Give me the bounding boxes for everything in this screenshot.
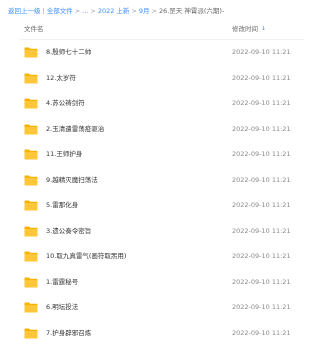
modified-time: 2022-09-10 11:21: [232, 226, 291, 235]
modified-time: 2022-09-10 11:21: [232, 150, 291, 158]
folder-icon: [24, 302, 38, 313]
folder-name[interactable]: 9.越精灭魔扫荡法: [46, 168, 98, 194]
column-header-time-label: 修改时间: [232, 25, 258, 33]
breadcrumb-arrow: >: [74, 7, 81, 15]
folder-name[interactable]: 12.太岁符: [46, 66, 76, 92]
arrow-down-icon[interactable]: ↓: [261, 18, 266, 40]
folder-name[interactable]: 1.雷霆秘号: [46, 270, 78, 296]
folder-row[interactable]: 9.越精灭魔扫荡法 2022-09-10 11:21: [0, 168, 310, 194]
breadcrumb-month-link[interactable]: 9月: [139, 7, 150, 15]
modified-time: 2022-09-10 11:21: [232, 303, 291, 311]
folder-name[interactable]: 4.苏公祷剑符: [46, 91, 85, 117]
folder-row[interactable]: 12.太岁符 2022-09-10 11:21: [0, 66, 310, 92]
column-header-name[interactable]: 文件名: [24, 18, 44, 40]
modified-time: 2022-09-10 11:21: [232, 201, 291, 209]
column-header-time[interactable]: 修改时间 ↓: [232, 18, 266, 40]
file-list-header: 文件名 修改时间 ↓: [0, 18, 310, 40]
folder-name[interactable]: 6.明坛投法: [46, 295, 78, 321]
folder-icon: [24, 226, 38, 236]
folder-icon: [24, 328, 38, 338]
folder-row[interactable]: 1.雷霆秘号 2022-09-10 11:21: [0, 270, 310, 296]
folder-icon: [24, 73, 38, 83]
folder-icon: [24, 200, 38, 211]
modified-time: 2022-09-10 11:21: [232, 124, 291, 133]
breadcrumb-separator: |: [42, 7, 45, 15]
back-link[interactable]: 返回上一级: [8, 7, 41, 15]
folder-row[interactable]: 7.护身辟邪召炼 2022-09-10 11:21: [0, 321, 310, 347]
folder-icon: [24, 277, 38, 287]
modified-time: 2022-09-10 11:21: [232, 328, 291, 337]
folder-row[interactable]: 3.遗公奏令密旨 2022-09-10 11:21: [0, 219, 310, 245]
folder-icon: [24, 47, 38, 58]
folder-name[interactable]: 11.王师护身: [46, 142, 82, 168]
modified-time: 2022-09-10 11:21: [232, 73, 291, 82]
breadcrumb-arrow: >: [90, 7, 96, 15]
breadcrumb-year-link[interactable]: 2022 上新: [98, 7, 130, 15]
modified-time: 2022-09-10 11:21: [232, 277, 291, 286]
folder-row[interactable]: 8.殷师七十二帅 2022-09-10 11:21: [0, 40, 310, 66]
folder-name[interactable]: 10.取九真雷气(画符取炁用): [46, 244, 126, 270]
modified-time: 2022-09-10 11:21: [232, 99, 291, 107]
breadcrumb-ellipsis[interactable]: ...: [82, 7, 88, 15]
folder-row[interactable]: 2.玉清遣雷荡疫驱治 2022-09-10 11:21: [0, 117, 310, 143]
folder-row[interactable]: 10.取九真雷气(画符取炁用) 2022-09-10 11:21: [0, 244, 310, 270]
folder-name[interactable]: 5.雷那化身: [46, 193, 78, 219]
modified-time: 2022-09-10 11:21: [232, 252, 291, 260]
folder-name[interactable]: 7.护身辟邪召炼: [46, 321, 91, 347]
folder-name[interactable]: 3.遗公奏令密旨: [46, 219, 91, 245]
folder-icon: [24, 251, 38, 262]
folder-icon: [24, 124, 38, 134]
folder-row[interactable]: 6.明坛投法 2022-09-10 11:21: [0, 295, 310, 321]
folder-icon: [24, 175, 38, 185]
folder-icon: [24, 98, 38, 109]
folder-name[interactable]: 8.殷师七十二帅: [46, 40, 91, 66]
folder-row[interactable]: 4.苏公祷剑符 2022-09-10 11:21: [0, 91, 310, 117]
all-files-link[interactable]: 全部文件: [47, 7, 73, 15]
modified-time: 2022-09-10 11:21: [232, 175, 291, 184]
modified-time: 2022-09-10 11:21: [232, 48, 291, 56]
folder-name[interactable]: 2.玉清遣雷荡疫驱治: [46, 117, 104, 143]
breadcrumb-current: 26.罡天 神霄派(六期)-: [158, 7, 225, 15]
file-list: 8.殷师七十二帅 2022-09-10 11:21 12.太岁符 2022-09-10…: [0, 40, 310, 346]
folder-icon: [24, 149, 38, 160]
folder-row[interactable]: 11.王师护身 2022-09-10 11:21: [0, 142, 310, 168]
folder-row[interactable]: 5.雷那化身 2022-09-10 11:21: [0, 193, 310, 219]
breadcrumb-arrow: >: [131, 7, 137, 15]
breadcrumb: 返回上一级 | 全部文件 >... >2022 上新 >9月 >26.罡天 神霄派(六期)-: [8, 4, 308, 18]
breadcrumb-arrow: >: [151, 7, 157, 15]
